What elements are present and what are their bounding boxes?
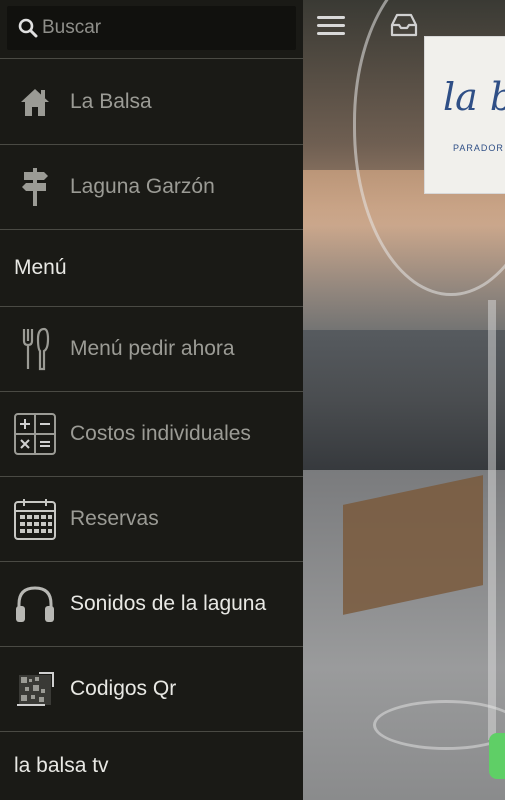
navigation-drawer: Buscar La Balsa Laguna Garzón Menú Menú …: [0, 0, 303, 800]
headphones-icon: [13, 582, 57, 626]
wine-glass-stem: [488, 300, 496, 740]
drawer-item-label: Sonidos de la laguna: [70, 592, 267, 615]
calendar-icon: [13, 497, 57, 541]
drawer-item-menu-pedir-ahora[interactable]: Menú pedir ahora: [0, 307, 303, 392]
logo-subtext: PARADOR L: [453, 143, 505, 153]
signpost-icon: [13, 165, 57, 209]
background-photo: la b PARADOR L: [303, 0, 505, 800]
drawer-item-la-balsa[interactable]: La Balsa: [0, 59, 303, 145]
menu-icon[interactable]: [317, 12, 345, 36]
calculator-icon: [13, 412, 57, 456]
drawer-item-label: Laguna Garzón: [70, 175, 215, 198]
floating-action-tab[interactable]: [489, 733, 505, 779]
section-header-label: la balsa tv: [14, 754, 109, 777]
drawer-item-label: Menú pedir ahora: [70, 337, 235, 360]
logo-text: la b: [443, 75, 505, 119]
drawer-item-label: La Balsa: [70, 89, 152, 113]
qr-code-icon: [13, 667, 57, 711]
logo-card: la b PARADOR L: [424, 36, 505, 194]
drawer-item-sonidos-de-la-laguna[interactable]: Sonidos de la laguna: [0, 562, 303, 647]
drawer-item-reservas[interactable]: Reservas: [0, 477, 303, 562]
fork-knife-icon: [13, 327, 57, 371]
drawer-item-label: Reservas: [70, 507, 159, 530]
drawer-item-codigos-qr[interactable]: Codigos Qr: [0, 647, 303, 732]
section-header-label: Menú: [14, 256, 67, 279]
drawer-item-label: Costos individuales: [70, 422, 251, 445]
section-header-menu: Menú: [0, 230, 303, 307]
search-placeholder: Buscar: [42, 17, 102, 38]
house-icon: [13, 80, 57, 124]
section-header-la-balsa-tv: la balsa tv: [0, 732, 303, 800]
drawer-item-costos-individuales[interactable]: Costos individuales: [0, 392, 303, 477]
drawer-item-label: Codigos Qr: [70, 677, 177, 700]
drawer-item-laguna-garzon[interactable]: Laguna Garzón: [0, 145, 303, 230]
search-bar[interactable]: Buscar: [7, 6, 296, 50]
search-icon: [18, 18, 38, 38]
inbox-icon[interactable]: [389, 12, 419, 38]
